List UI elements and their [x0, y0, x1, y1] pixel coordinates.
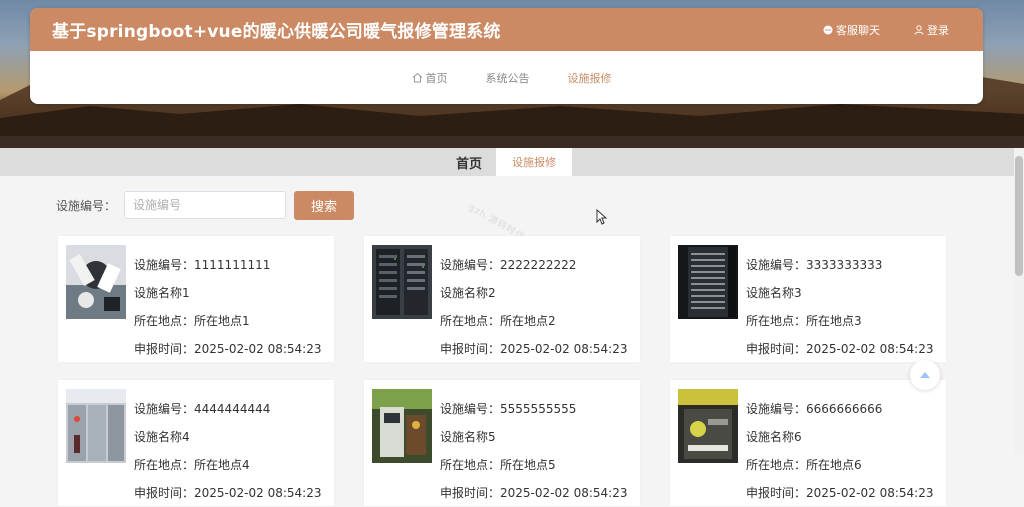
time-label: 申报时间：: [440, 342, 501, 356]
mouse-cursor-icon: [596, 209, 608, 225]
header-actions: 客服聊天 登录: [823, 8, 949, 51]
facility-location: 所在地点6: [806, 458, 862, 472]
facility-name: 设施名称1: [134, 286, 190, 300]
time-label: 申报时间：: [134, 486, 195, 500]
facility-location: 所在地点5: [500, 458, 556, 472]
facility-name: 设施名称4: [134, 430, 190, 444]
facility-name: 设施名称2: [440, 286, 496, 300]
nav-item-notice[interactable]: 系统公告: [476, 70, 530, 86]
report-time: 2025-02-02 08:54:23: [500, 486, 628, 500]
facility-name: 设施名称5: [440, 430, 496, 444]
code-label: 设施编号：: [746, 402, 807, 416]
nav-item-label: 首页: [425, 71, 448, 85]
breadcrumb: 首页 设施报修: [0, 148, 1014, 176]
main-nav: 首页 系统公告 设施报修: [30, 51, 983, 104]
card-info: 设施编号：2222222222 设施名称2 所在地点：所在地点2 申报时间：20…: [440, 251, 627, 363]
breadcrumb-current: 设施报修: [496, 148, 572, 176]
card-info: 设施编号：6666666666 设施名称6 所在地点：所在地点6 申报时间：20…: [746, 395, 933, 507]
caret-up-icon: [920, 372, 930, 378]
search-button[interactable]: 搜索: [294, 191, 354, 220]
facility-location: 所在地点4: [194, 458, 250, 472]
factory-machine-photo: [372, 389, 432, 463]
facility-location: 所在地点3: [806, 314, 862, 328]
title-bar: 基于springboot+vue的暖心供暖公司暖气报修管理系统 客服聊天 登录: [30, 8, 983, 51]
card-info: 设施编号：5555555555 设施名称5 所在地点：所在地点5 申报时间：20…: [440, 395, 627, 507]
time-label: 申报时间：: [746, 486, 807, 500]
code-label: 设施编号：: [746, 258, 807, 272]
location-label: 所在地点：: [134, 314, 195, 328]
time-label: 申报时间：: [746, 342, 807, 356]
nav-item-label: 设施报修: [567, 71, 612, 85]
nav-item-home[interactable]: 首页: [402, 70, 448, 86]
chat-icon: [823, 25, 833, 34]
scrollbar[interactable]: [1014, 148, 1024, 453]
login-label: 登录: [927, 23, 949, 37]
location-label: 所在地点：: [440, 314, 501, 328]
repair-card[interactable]: 设施编号：3333333333 设施名称3 所在地点：所在地点3 申报时间：20…: [670, 236, 946, 362]
header-card: 基于springboot+vue的暖心供暖公司暖气报修管理系统 客服聊天 登录: [30, 8, 983, 104]
chat-link[interactable]: 客服聊天: [823, 22, 880, 38]
industrial-robot-photo: [678, 389, 738, 463]
search-input[interactable]: [124, 191, 286, 219]
code-label: 设施编号：: [134, 258, 195, 272]
report-time: 2025-02-02 08:54:23: [194, 486, 322, 500]
facility-code: 4444444444: [194, 402, 271, 416]
repair-card[interactable]: 设施编号：5555555555 设施名称5 所在地点：所在地点5 申报时间：20…: [364, 380, 640, 506]
facility-name: 设施名称6: [746, 430, 802, 444]
repair-card[interactable]: 设施编号：6666666666 设施名称6 所在地点：所在地点6 申报时间：20…: [670, 380, 946, 506]
chat-label: 客服聊天: [836, 23, 880, 37]
switchgear-photo: [66, 389, 126, 463]
site-title: 基于springboot+vue的暖心供暖公司暖气报修管理系统: [52, 22, 501, 42]
code-label: 设施编号：: [440, 402, 501, 416]
nav-item-repair[interactable]: 设施报修: [558, 70, 612, 86]
facility-code: 6666666666: [806, 402, 883, 416]
facility-code: 2222222222: [500, 258, 577, 272]
back-to-top-button[interactable]: [910, 360, 940, 390]
card-info: 设施编号：1111111111 设施名称1 所在地点：所在地点1 申报时间：20…: [134, 251, 321, 363]
scrollbar-thumb[interactable]: [1015, 156, 1023, 276]
card-info: 设施编号：4444444444 设施名称4 所在地点：所在地点4 申报时间：20…: [134, 395, 321, 507]
repair-card[interactable]: 设施编号：1111111111 设施名称1 所在地点：所在地点1 申报时间：20…: [58, 236, 334, 362]
code-label: 设施编号：: [440, 258, 501, 272]
facility-code: 1111111111: [194, 258, 271, 272]
facility-location: 所在地点1: [194, 314, 250, 328]
search-label: 设施编号：: [56, 199, 117, 213]
repair-card[interactable]: 设施编号：4444444444 设施名称4 所在地点：所在地点4 申报时间：20…: [58, 380, 334, 506]
report-time: 2025-02-02 08:54:23: [806, 486, 934, 500]
repair-card[interactable]: 设施编号：2222222222 设施名称2 所在地点：所在地点2 申报时间：20…: [364, 236, 640, 362]
facility-code: 3333333333: [806, 258, 883, 272]
login-link[interactable]: 登录: [914, 22, 949, 38]
card-info: 设施编号：3333333333 设施名称3 所在地点：所在地点3 申报时间：20…: [746, 251, 933, 363]
server-rack-photo: [678, 245, 738, 319]
report-time: 2025-02-02 08:54:23: [500, 342, 628, 356]
location-label: 所在地点：: [440, 458, 501, 472]
robot-arm-photo: [66, 245, 126, 319]
location-label: 所在地点：: [746, 458, 807, 472]
location-label: 所在地点：: [134, 458, 195, 472]
facility-code: 5555555555: [500, 402, 577, 416]
facility-name: 设施名称3: [746, 286, 802, 300]
server-rack-photo: [372, 245, 432, 319]
facility-location: 所在地点2: [500, 314, 556, 328]
code-label: 设施编号：: [134, 402, 195, 416]
report-time: 2025-02-02 08:54:23: [194, 342, 322, 356]
home-icon: [412, 72, 422, 83]
location-label: 所在地点：: [746, 314, 807, 328]
breadcrumb-home[interactable]: 首页: [442, 148, 496, 176]
user-icon: [914, 24, 924, 35]
nav-item-label: 系统公告: [485, 71, 530, 85]
time-label: 申报时间：: [440, 486, 501, 500]
report-time: 2025-02-02 08:54:23: [806, 342, 934, 356]
time-label: 申报时间：: [134, 342, 195, 356]
